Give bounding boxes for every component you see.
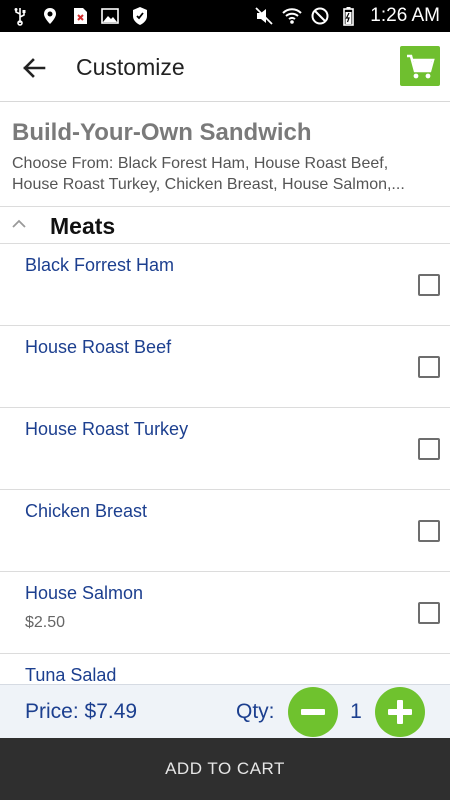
option-name: House Salmon — [25, 583, 144, 603]
wifi-icon — [282, 8, 302, 24]
option-price: $2.50 — [25, 614, 66, 631]
section-header-meats[interactable]: Meats — [0, 207, 450, 244]
option-row[interactable]: House Roast Turkey — [0, 408, 450, 490]
qty-label: Qty: — [236, 700, 275, 723]
chevron-up-icon[interactable] — [10, 217, 28, 231]
location-icon — [44, 8, 56, 24]
mute-icon — [255, 7, 273, 25]
arrow-left-icon[interactable] — [18, 52, 50, 84]
option-checkbox[interactable] — [418, 520, 440, 542]
qty-decrease-button[interactable] — [288, 687, 338, 737]
option-name: Tuna Salad — [25, 665, 117, 684]
item-title: Build-Your-Own Sandwich — [12, 119, 312, 146]
price-qty-bar: Price: $7.49 Qty: 1 — [0, 684, 450, 738]
option-name: House Roast Beef — [25, 337, 172, 357]
price-label: Price: $7.49 — [25, 700, 138, 723]
item-description-line1: Choose From: Black Forest Ham, House Roa… — [12, 155, 389, 172]
option-checkbox[interactable] — [418, 602, 440, 624]
cart-icon — [407, 54, 435, 79]
plus-icon — [388, 700, 412, 724]
page-title: Customize — [76, 54, 185, 80]
option-name: Black Forrest Ham — [25, 255, 175, 275]
option-checkbox[interactable] — [418, 356, 440, 378]
status-time: 1:26 AM — [370, 5, 440, 26]
minus-icon — [301, 709, 325, 715]
item-description-line2: House Roast Turkey, Chicken Breast, Hous… — [12, 176, 405, 193]
shield-icon — [133, 7, 147, 25]
status-bar: 1:26 AM — [0, 0, 450, 32]
option-name: House Roast Turkey — [25, 419, 189, 439]
add-to-cart-button[interactable]: ADD TO CART — [0, 738, 450, 800]
file-error-icon — [74, 8, 87, 24]
option-row[interactable]: Black Forrest Ham — [0, 244, 450, 326]
app-bar: Customize — [0, 32, 450, 102]
option-name: Chicken Breast — [25, 501, 148, 521]
option-row[interactable]: House Salmon $2.50 — [0, 572, 450, 654]
option-row[interactable]: House Roast Beef — [0, 326, 450, 408]
options-list[interactable]: Black Forrest Ham House Roast Beef House… — [0, 244, 450, 684]
usb-icon — [14, 8, 26, 26]
qty-value: 1 — [350, 700, 362, 723]
option-checkbox[interactable] — [418, 438, 440, 460]
qty-increase-button[interactable] — [375, 687, 425, 737]
cart-button[interactable] — [400, 46, 440, 86]
image-icon — [101, 8, 119, 24]
block-icon — [311, 7, 329, 25]
option-checkbox[interactable] — [418, 274, 440, 296]
status-bar-left — [10, 4, 150, 28]
option-row[interactable]: Chicken Breast — [0, 490, 450, 572]
section-title: Meats — [50, 213, 116, 239]
item-header: Build-Your-Own Sandwich Choose From: Bla… — [0, 103, 450, 207]
item-description: Choose From: Black Forest Ham, House Roa… — [12, 153, 444, 195]
status-bar-right: 1:26 AM — [254, 4, 440, 28]
battery-icon — [343, 7, 355, 26]
option-row[interactable]: Tuna Salad — [0, 654, 450, 684]
